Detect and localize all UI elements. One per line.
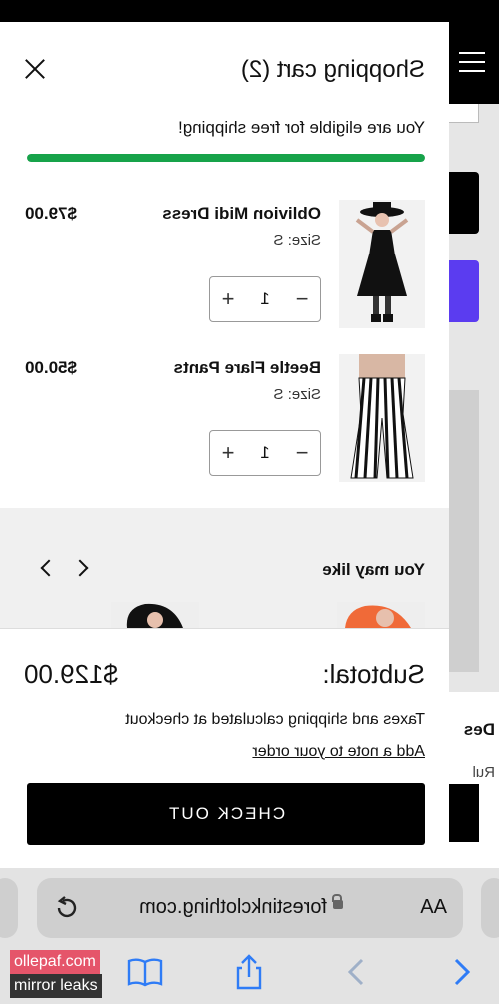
cart-header: Shopping cart (2): [0, 22, 449, 112]
background-dark-button: [449, 784, 479, 842]
carousel-prev-icon[interactable]: [70, 556, 94, 580]
quantity-stepper: − 1 +: [209, 276, 321, 322]
subtotal-value: $129.00: [24, 659, 118, 689]
item-name[interactable]: Beetle Flare Pants: [174, 358, 321, 378]
cart-drawer: Shopping cart (2) You are eligible for f…: [0, 22, 449, 868]
cart-footer: Subtotal: $129.00 Taxes and shipping cal…: [0, 628, 449, 868]
next-tab-edge[interactable]: [0, 878, 18, 938]
recommendation-image[interactable]: [337, 602, 425, 628]
you-may-like-section: You may like: [0, 508, 449, 628]
item-price: $79.00: [25, 204, 77, 223]
mirrored-screen: Des Rul Shopping cart (2) You are eligib…: [0, 0, 499, 1004]
item-price: $50.00: [25, 358, 77, 377]
back-icon[interactable]: [441, 952, 481, 992]
progress-fill: [27, 154, 425, 162]
cart-item: Oblivion Midi Dress Size: S $79.00 − 1 +: [25, 200, 425, 340]
lock-icon: [333, 900, 343, 909]
quantity-value[interactable]: 1: [246, 431, 284, 475]
tax-note: Taxes and shipping calculated at checkou…: [125, 711, 425, 728]
increase-button[interactable]: +: [210, 277, 246, 321]
free-shipping-message: You are eligible for free shipping!: [178, 118, 425, 137]
status-bar: [0, 0, 499, 22]
item-size: Size: S: [273, 386, 321, 403]
previous-tab-edge[interactable]: [481, 878, 499, 938]
cart-title: Shopping cart (2): [240, 56, 425, 83]
address-bar[interactable]: AA forestinkclothing.com: [37, 878, 463, 938]
product-image-pants[interactable]: [339, 354, 425, 482]
item-name[interactable]: Oblivion Midi Dress: [162, 204, 321, 224]
url-text[interactable]: forestinkclothing.com: [139, 896, 327, 919]
item-size: Size: S: [273, 232, 321, 249]
bookmarks-icon[interactable]: [125, 952, 165, 992]
watermark: ollepaf.com mirror leaks: [10, 950, 102, 998]
quantity-stepper: − 1 +: [209, 430, 321, 476]
reader-settings-button[interactable]: AA: [420, 896, 447, 919]
cart-item: Beetle Flare Pants Size: S $50.00 − 1 +: [25, 354, 425, 494]
subtotal-label: Subtotal:: [322, 659, 425, 689]
quantity-value[interactable]: 1: [246, 277, 284, 321]
watermark-line-2: mirror leaks: [10, 974, 102, 998]
free-shipping-progress: [27, 154, 425, 162]
add-note-link[interactable]: Add a note to your order: [252, 743, 425, 761]
decrease-button[interactable]: −: [284, 431, 320, 475]
background-text-fragment: Rul: [472, 764, 495, 781]
recommendation-image[interactable]: [111, 602, 199, 628]
close-icon[interactable]: [24, 58, 46, 80]
reload-icon[interactable]: [51, 892, 83, 924]
carousel-next-icon[interactable]: [34, 556, 58, 580]
watermark-line-1: ollepaf.com: [10, 950, 100, 974]
increase-button[interactable]: +: [210, 431, 246, 475]
share-icon[interactable]: [229, 952, 269, 992]
checkout-button[interactable]: CHECK OUT: [27, 783, 425, 845]
decrease-button[interactable]: −: [284, 277, 320, 321]
you-may-like-title: You may like: [322, 560, 425, 579]
forward-icon[interactable]: [337, 952, 377, 992]
background-section-label: Des: [463, 720, 495, 739]
menu-icon[interactable]: [459, 52, 485, 72]
product-image-dress[interactable]: [339, 200, 425, 328]
